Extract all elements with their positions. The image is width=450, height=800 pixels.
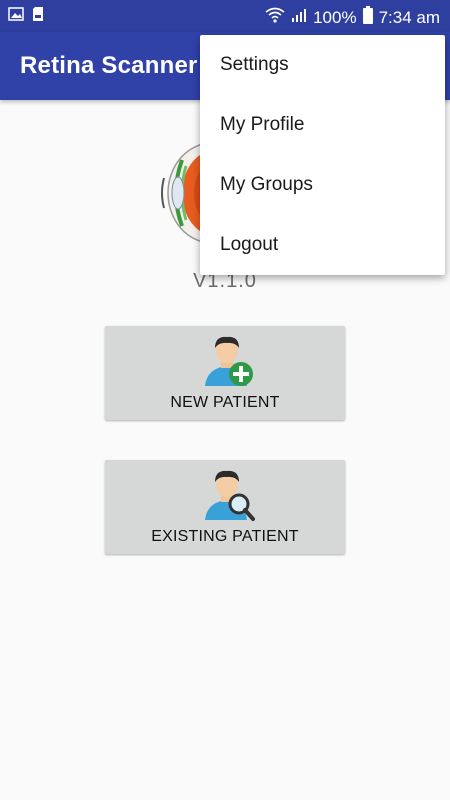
- wifi-icon: [265, 7, 285, 28]
- signal-icon: [291, 7, 307, 28]
- overflow-menu: Settings My Profile My Groups Logout: [200, 35, 445, 275]
- clock: 7:34 am: [378, 7, 440, 27]
- image-notification-icon: [8, 6, 24, 27]
- status-bar: 100% 7:34 am: [0, 0, 450, 32]
- status-notifications: [8, 6, 44, 27]
- menu-item-settings[interactable]: Settings: [200, 35, 445, 95]
- new-patient-button[interactable]: NEW PATIENT: [105, 326, 345, 420]
- menu-item-logout[interactable]: Logout: [200, 215, 445, 275]
- sd-card-icon: [32, 6, 44, 27]
- battery-icon: [362, 6, 373, 29]
- search-patient-icon: [201, 468, 257, 522]
- battery-percent: 100%: [313, 7, 357, 27]
- menu-item-my-profile[interactable]: My Profile: [200, 95, 445, 155]
- status-system: 100% 7:34 am: [265, 6, 440, 29]
- new-patient-label: NEW PATIENT: [170, 394, 280, 411]
- menu-item-my-groups[interactable]: My Groups: [200, 155, 445, 215]
- app-title: Retina Scanner: [20, 52, 198, 79]
- existing-patient-button[interactable]: EXISTING PATIENT: [105, 460, 345, 554]
- screen: 100% 7:34 am Retina Scanner V1.1.0 NEW P…: [0, 0, 450, 800]
- add-patient-icon: [201, 334, 257, 388]
- existing-patient-label: EXISTING PATIENT: [151, 528, 299, 545]
